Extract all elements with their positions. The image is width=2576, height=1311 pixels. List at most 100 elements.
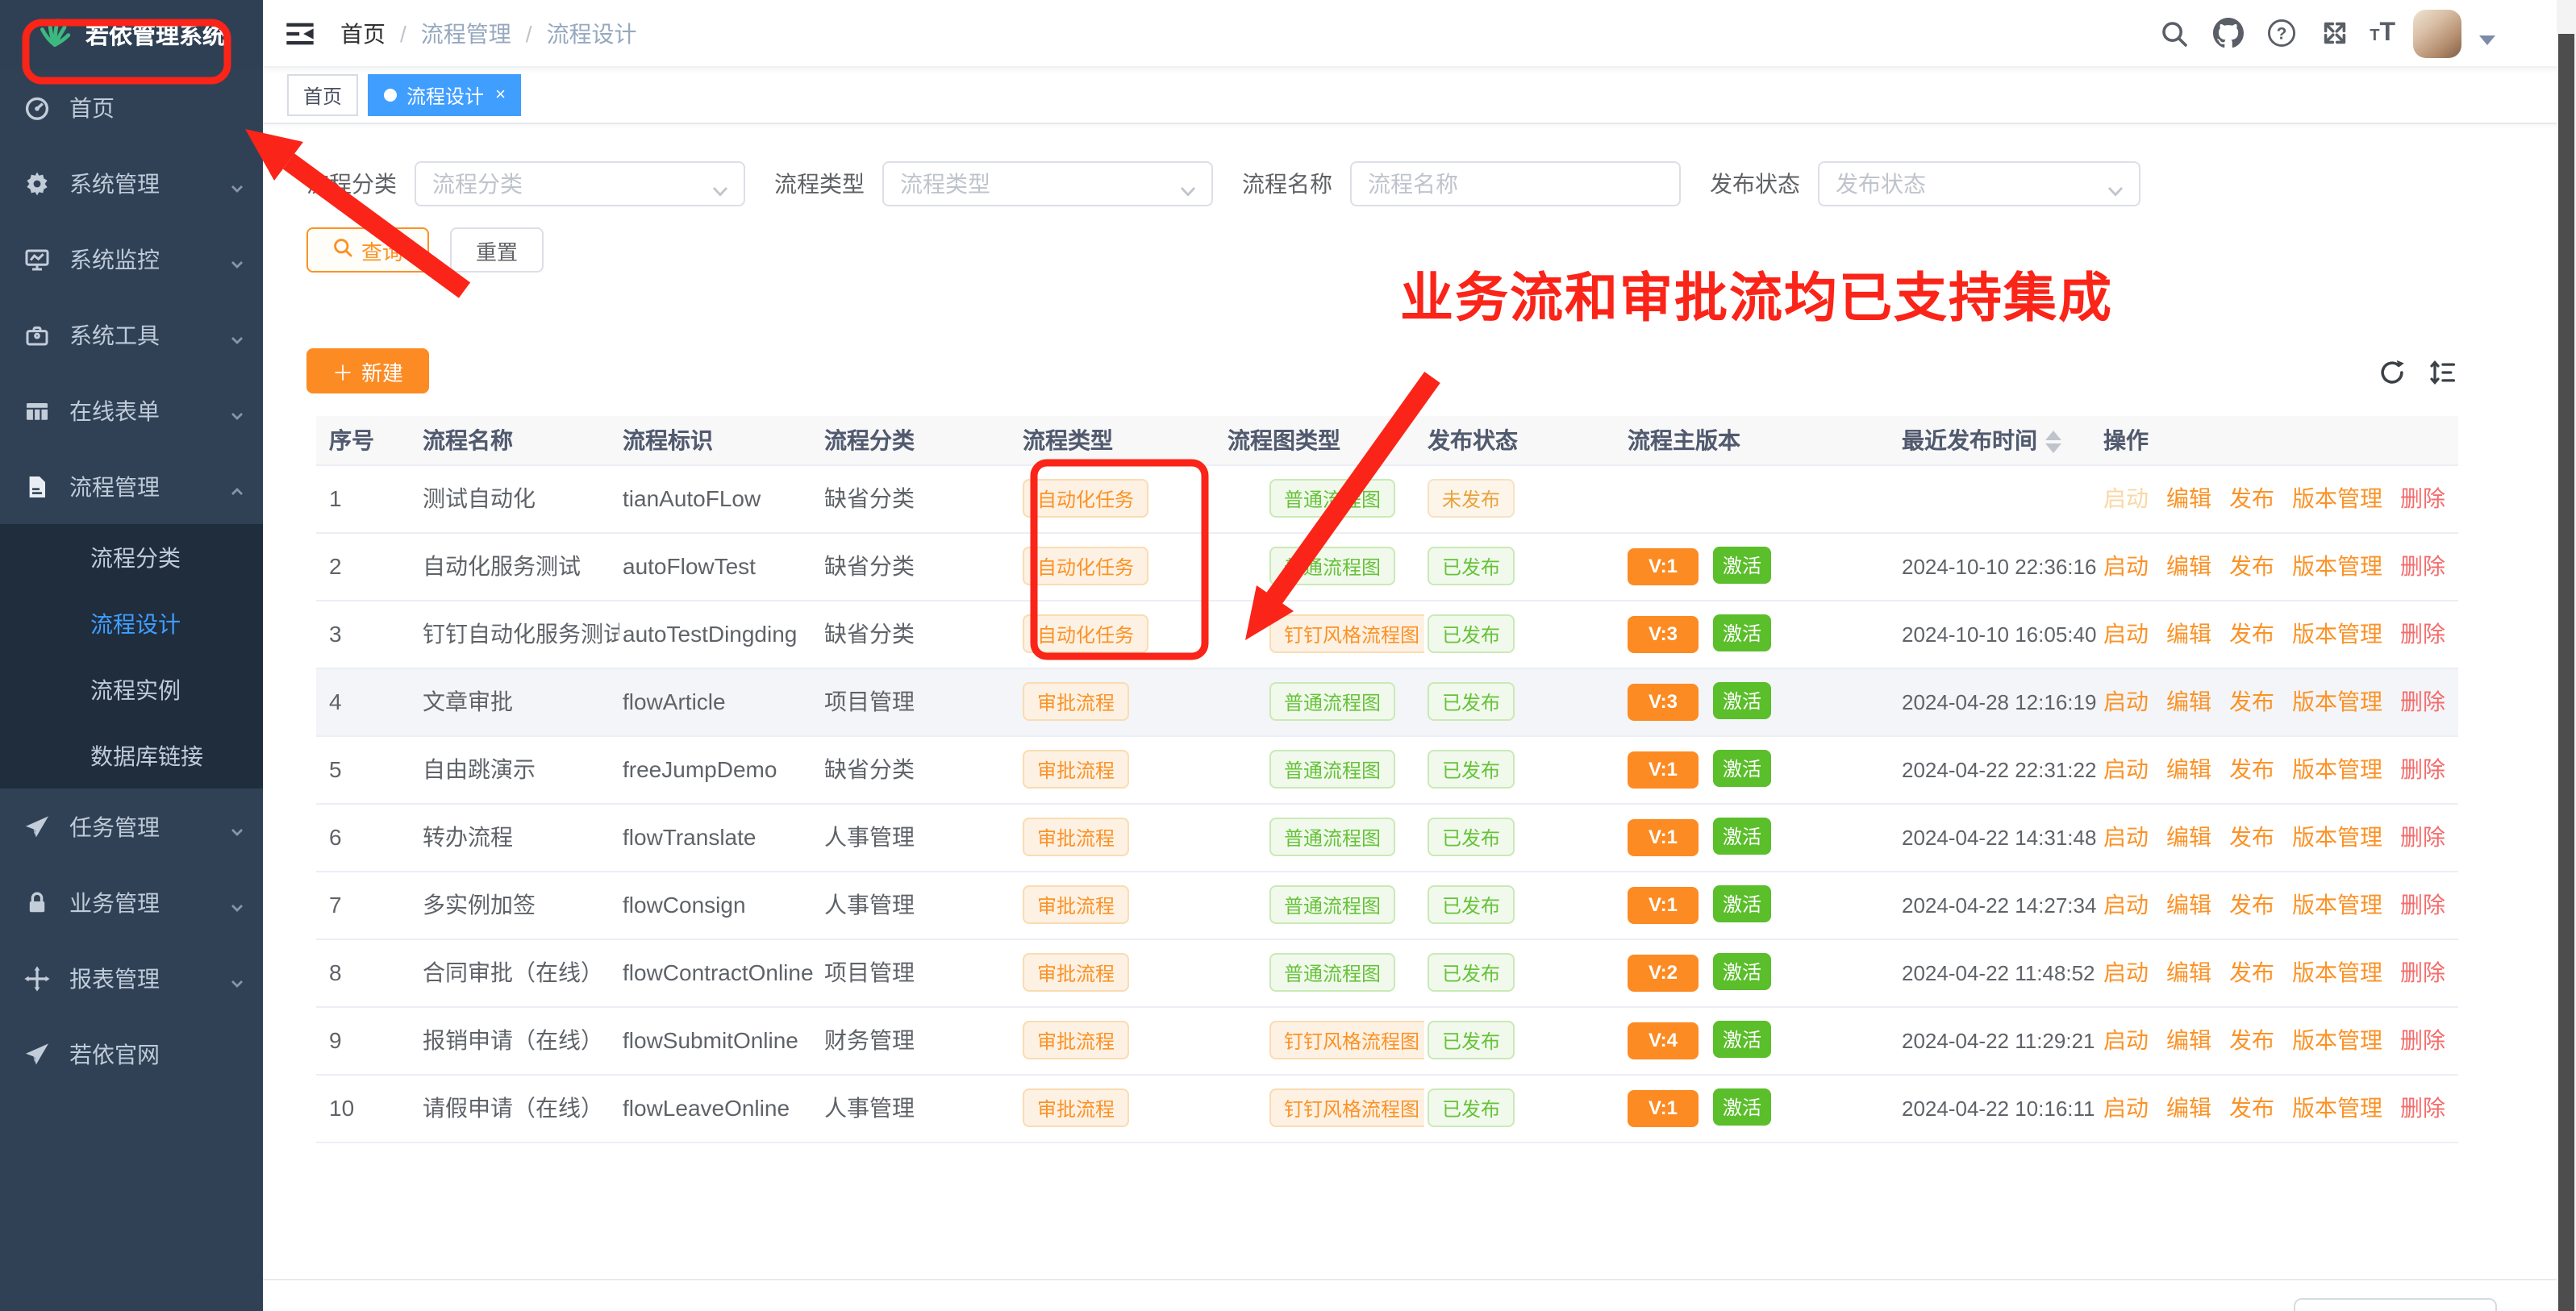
sidebar-item-task-management[interactable]: 任务管理 [0,789,263,864]
action-edit[interactable]: 编辑 [2166,553,2211,579]
sidebar-item-system-monitor[interactable]: 系统监控 [0,221,263,297]
action-publish[interactable]: 发布 [2229,824,2274,850]
action-versions[interactable]: 版本管理 [2292,756,2382,782]
action-versions[interactable]: 版本管理 [2292,959,2382,985]
page-size-select[interactable] [2294,1298,2497,1311]
font-size-icon[interactable]: TT [2370,19,2395,48]
fullscreen-icon[interactable] [2316,15,2352,51]
sidebar-item-process-management[interactable]: 流程管理 [0,448,263,524]
table-row[interactable]: 9报销申请（在线）flowSubmitOnline财务管理审批流程钉钉风格流程图… [316,1006,2458,1074]
action-start[interactable]: 启动 [2103,756,2149,782]
action-edit[interactable]: 编辑 [2166,756,2211,782]
filter-name-input[interactable] [1368,171,1663,197]
tab-close-icon[interactable]: × [495,86,506,104]
action-start[interactable]: 启动 [2103,892,2149,918]
search-button[interactable]: 查询 [306,227,429,273]
action-start[interactable]: 启动 [2103,485,2149,511]
table-row[interactable]: 1测试自动化tianAutoFLow缺省分类自动化任务普通流程图未发布启动编辑发… [316,464,2458,532]
action-edit[interactable]: 编辑 [2166,485,2211,511]
action-delete[interactable]: 删除 [2400,621,2445,647]
action-delete[interactable]: 删除 [2400,892,2445,918]
table-row[interactable]: 6转办流程flowTranslate人事管理审批流程普通流程图已发布V:1激活2… [316,803,2458,871]
action-delete[interactable]: 删除 [2400,756,2445,782]
scrollbar-thumb[interactable] [2558,34,2574,1311]
user-avatar[interactable] [2413,9,2461,57]
action-start[interactable]: 启动 [2103,959,2149,985]
filter-status-select[interactable]: 发布状态 [1818,161,2140,206]
action-versions[interactable]: 版本管理 [2292,1095,2382,1121]
sidebar-item-process-category[interactable]: 流程分类 [0,524,263,590]
action-publish[interactable]: 发布 [2229,689,2274,714]
app-logo[interactable]: 若依管理系统 [0,0,263,69]
table-row[interactable]: 10请假申请（在线）flowLeaveOnline人事管理审批流程钉钉风格流程图… [316,1074,2458,1142]
action-versions[interactable]: 版本管理 [2292,824,2382,850]
action-publish[interactable]: 发布 [2229,485,2274,511]
action-delete[interactable]: 删除 [2400,1027,2445,1053]
action-edit[interactable]: 编辑 [2166,1095,2211,1121]
reset-button[interactable]: 重置 [450,227,544,273]
table-row[interactable]: 5自由跳演示freeJumpDemo缺省分类审批流程普通流程图已发布V:1激活2… [316,735,2458,803]
action-start[interactable]: 启动 [2103,553,2149,579]
sidebar-item-report-management[interactable]: 报表管理 [0,940,263,1016]
action-start[interactable]: 启动 [2103,621,2149,647]
action-versions[interactable]: 版本管理 [2292,689,2382,714]
sort-carets-icon[interactable] [2045,431,2061,453]
action-edit[interactable]: 编辑 [2166,1027,2211,1053]
action-publish[interactable]: 发布 [2229,1095,2274,1121]
filter-type-select[interactable]: 流程类型 [882,161,1213,206]
tab-process-design[interactable]: 流程设计 × [368,74,522,116]
action-publish[interactable]: 发布 [2229,621,2274,647]
filter-category-select[interactable]: 流程分类 [415,161,745,206]
sidebar-item-process-instance[interactable]: 流程实例 [0,656,263,722]
action-publish[interactable]: 发布 [2229,959,2274,985]
action-edit[interactable]: 编辑 [2166,689,2211,714]
sidebar-item-system-tools[interactable]: 系统工具 [0,297,263,372]
sidebar-fold-icon[interactable] [282,15,318,51]
search-icon[interactable] [2157,15,2192,51]
action-delete[interactable]: 删除 [2400,959,2445,985]
sidebar-item-database-link[interactable]: 数据库链接 [0,722,263,789]
action-versions[interactable]: 版本管理 [2292,553,2382,579]
action-delete[interactable]: 删除 [2400,689,2445,714]
action-start[interactable]: 启动 [2103,1027,2149,1053]
sidebar-item-process-design[interactable]: 流程设计 [0,590,263,656]
table-row[interactable]: 2自动化服务测试autoFlowTest缺省分类自动化任务普通流程图已发布V:1… [316,532,2458,600]
sidebar-item-system-management[interactable]: 系统管理 [0,145,263,221]
table-row[interactable]: 8合同审批（在线）flowContractOnline项目管理审批流程普通流程图… [316,939,2458,1006]
table-row[interactable]: 3钉钉自动化服务测试autoTestDingding缺省分类自动化任务钉钉风格流… [316,600,2458,668]
action-delete[interactable]: 删除 [2400,824,2445,850]
table-row[interactable]: 4文章审批flowArticle项目管理审批流程普通流程图已发布V:3激活202… [316,668,2458,735]
sidebar-item-home[interactable]: 首页 [0,69,263,145]
sidebar-item-online-forms[interactable]: 在线表单 [0,372,263,448]
breadcrumb-home[interactable]: 首页 [340,17,386,49]
refresh-icon[interactable] [2378,358,2407,387]
tab-home[interactable]: 首页 [287,74,358,116]
action-publish[interactable]: 发布 [2229,892,2274,918]
action-versions[interactable]: 版本管理 [2292,892,2382,918]
action-versions[interactable]: 版本管理 [2292,485,2382,511]
action-publish[interactable]: 发布 [2229,553,2274,579]
action-start[interactable]: 启动 [2103,1095,2149,1121]
breadcrumb-process-management[interactable]: 流程管理 [421,17,511,49]
action-start[interactable]: 启动 [2103,689,2149,714]
create-button[interactable]: ＋ 新建 [306,348,429,393]
github-icon[interactable] [2210,15,2245,51]
caret-down-icon[interactable] [2479,35,2495,44]
action-delete[interactable]: 删除 [2400,1095,2445,1121]
question-icon[interactable]: ? [2263,15,2299,51]
action-delete[interactable]: 删除 [2400,553,2445,579]
action-edit[interactable]: 编辑 [2166,824,2211,850]
action-edit[interactable]: 编辑 [2166,621,2211,647]
action-start[interactable]: 启动 [2103,824,2149,850]
action-edit[interactable]: 编辑 [2166,892,2211,918]
column-settings-icon[interactable] [2428,358,2457,387]
table-row[interactable]: 7多实例加签flowConsign人事管理审批流程普通流程图已发布V:1激活20… [316,871,2458,939]
action-edit[interactable]: 编辑 [2166,959,2211,985]
action-versions[interactable]: 版本管理 [2292,621,2382,647]
action-delete[interactable]: 删除 [2400,485,2445,511]
sidebar-item-business-management[interactable]: 业务管理 [0,864,263,940]
action-publish[interactable]: 发布 [2229,1027,2274,1053]
sidebar-item-official-site[interactable]: 若依官网 [0,1016,263,1092]
action-publish[interactable]: 发布 [2229,756,2274,782]
action-versions[interactable]: 版本管理 [2292,1027,2382,1053]
